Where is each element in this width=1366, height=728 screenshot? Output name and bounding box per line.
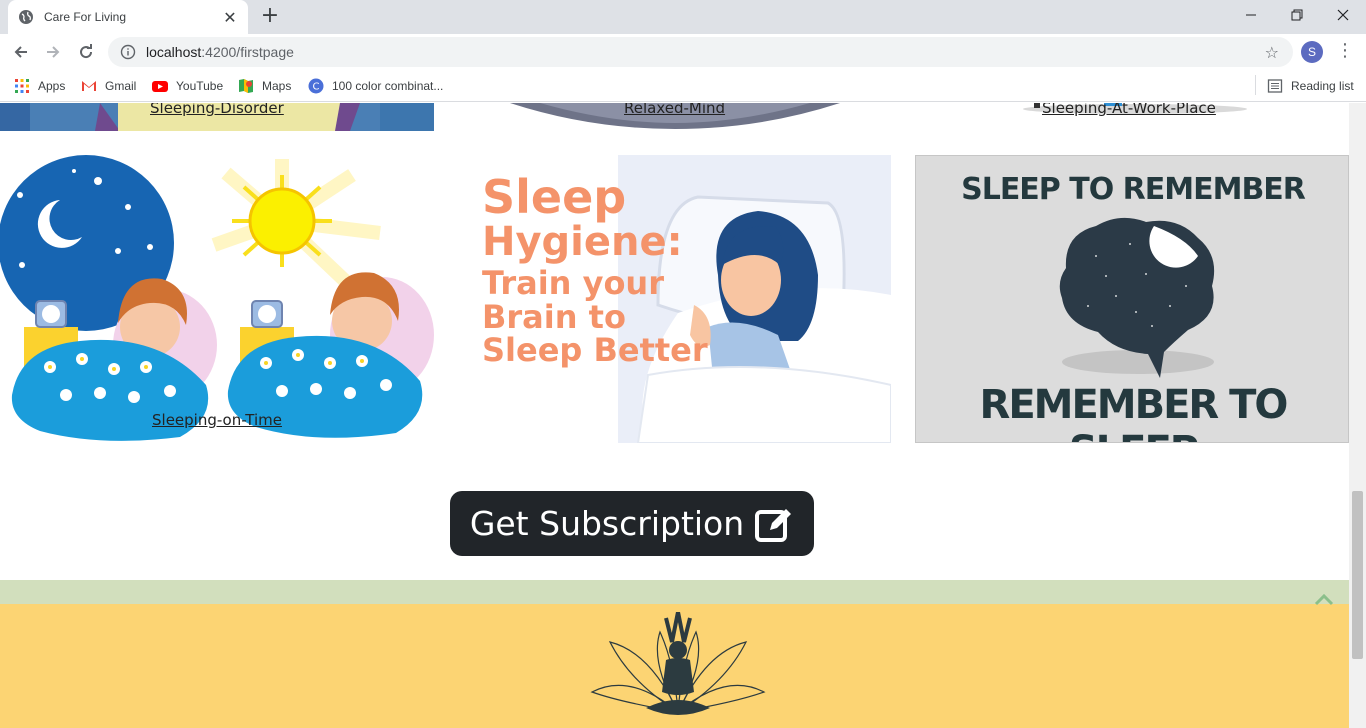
menu-icon[interactable]: ⋮ (1336, 40, 1354, 64)
new-tab-icon[interactable]: + (258, 5, 282, 29)
url-text: localhost:4200/firstpage (146, 44, 294, 60)
card-sleeping-disorder[interactable]: Sleeping-Disorder (0, 103, 434, 131)
bookmark-youtube[interactable]: YouTube (152, 76, 223, 96)
bookmark-label: Maps (262, 79, 292, 93)
bookmark-label: Apps (38, 79, 66, 93)
toolbar: localhost:4200/firstpage ☆ (0, 34, 1366, 70)
card-sleeping-at-work[interactable]: Sleeping-At-Work-Place (1020, 103, 1250, 123)
apps-grid-icon (15, 79, 29, 93)
sleeping-at-work-link[interactable]: Sleeping-At-Work-Place (1042, 103, 1216, 117)
tab-title: Care For Living (44, 10, 127, 24)
restore-icon[interactable] (1274, 0, 1320, 30)
bookmark-maps[interactable]: Maps (238, 76, 291, 96)
globe-icon (19, 10, 33, 24)
bookmark-label: YouTube (176, 79, 224, 93)
card-sleeping-on-time[interactable]: Sleeping-on-Time (0, 155, 434, 443)
profile-avatar[interactable]: S (1301, 41, 1323, 63)
sleep-hygiene-title: Sleep Hygiene: Train your Brain to Sleep… (482, 170, 708, 370)
scrollbar-thumb[interactable] (1352, 491, 1363, 659)
reading-list-icon (1267, 79, 1283, 93)
svg-text:C: C (313, 82, 320, 93)
tab-strip: Care For Living ✕ + (0, 0, 1366, 34)
sleeping-disorder-link[interactable]: Sleeping-Disorder (150, 103, 284, 117)
reading-list-button[interactable]: Reading list (1267, 76, 1354, 96)
youtube-icon (152, 81, 168, 92)
bookmark-label: Gmail (105, 79, 137, 93)
divider-band (0, 580, 1349, 604)
relaxed-mind-link[interactable]: Relaxed-Mind (624, 103, 725, 117)
bookmark-color-combinations[interactable]: C 100 color combinat... (308, 76, 443, 96)
reading-list-label: Reading list (1291, 79, 1354, 93)
card-sleep-to-remember[interactable]: SLEEP TO REMEMBER REMEMBER TO SLEEP (915, 155, 1349, 443)
bookmark-apps[interactable]: Apps (14, 76, 65, 96)
minimize-icon[interactable] (1228, 0, 1274, 30)
bookmarks-bar: Apps Gmail YouTube Maps C 100 color comb… (0, 70, 1366, 102)
close-window-icon[interactable] (1320, 0, 1366, 30)
page-viewport: Sleeping-Disorder Relaxed-Mind Sleeping-… (0, 103, 1349, 728)
page-scrollbar[interactable] (1349, 103, 1366, 728)
sleeping-on-time-link[interactable]: Sleeping-on-Time (152, 411, 282, 429)
card-relaxed-mind[interactable]: Relaxed-Mind (510, 103, 840, 129)
yoga-lotus-icon (590, 612, 766, 715)
bookmark-gmail[interactable]: Gmail (81, 76, 136, 96)
maps-icon (239, 79, 253, 93)
remember-to-sleep-heading: REMEMBER TO SLEEP (979, 382, 1289, 442)
address-bar[interactable]: localhost:4200/firstpage ☆ (108, 37, 1293, 67)
tab-close-icon[interactable]: ✕ (222, 8, 238, 27)
bookmark-label: 100 color combinat... (332, 79, 444, 93)
card-sleep-hygiene[interactable]: Sleep Hygiene: Train your Brain to Sleep… (458, 155, 891, 443)
edit-icon (755, 508, 792, 542)
bookmarks-divider (1255, 75, 1256, 95)
back-icon[interactable] (8, 39, 34, 65)
footer (0, 604, 1349, 728)
info-icon[interactable] (120, 44, 136, 60)
bookmark-star-icon[interactable]: ☆ (1265, 43, 1279, 62)
reload-icon[interactable] (73, 39, 99, 65)
sleeping-on-time-image (0, 155, 434, 443)
get-subscription-label: Get Subscription (469, 504, 745, 543)
color-site-icon: C (308, 78, 324, 94)
forward-icon[interactable] (40, 39, 66, 65)
gmail-icon (82, 81, 96, 91)
get-subscription-button[interactable]: Get Subscription (450, 491, 814, 556)
scroll-to-top-icon[interactable] (1312, 590, 1336, 610)
browser-tab[interactable]: Care For Living ✕ (8, 0, 248, 34)
